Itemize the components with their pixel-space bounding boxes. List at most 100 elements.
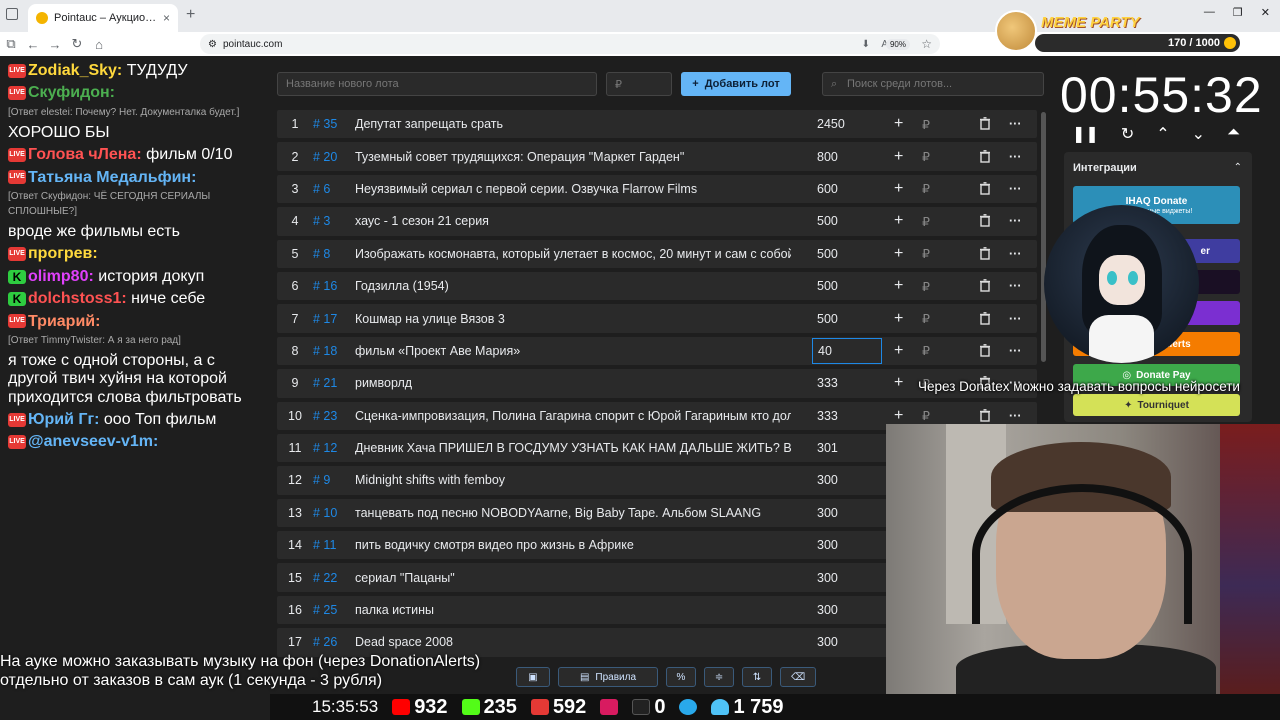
lot-amount[interactable]: 300 <box>817 473 838 487</box>
lot-amount[interactable]: 300 <box>817 571 838 585</box>
add-amount-icon[interactable]: + <box>894 212 903 230</box>
lot-id[interactable]: # 22 <box>313 571 355 585</box>
lot-id[interactable]: # 18 <box>313 344 355 358</box>
lot-id[interactable]: # 9 <box>313 473 355 487</box>
more-options-icon[interactable]: ··· <box>1009 182 1022 196</box>
chat-nick[interactable]: Zodiak_Sky: <box>28 62 122 79</box>
trash-icon[interactable] <box>979 344 993 358</box>
lot-amount[interactable]: 500 <box>817 279 838 293</box>
lot-id[interactable]: # 6 <box>313 182 355 196</box>
lot-name[interactable]: сериал "Пацаны" <box>355 571 791 585</box>
lot-amount[interactable]: 40 <box>812 337 882 364</box>
lot-amount[interactable]: 800 <box>817 150 838 164</box>
close-tab-icon[interactable]: × <box>163 11 170 25</box>
lot-amount[interactable]: 600 <box>817 182 838 196</box>
lot-amount[interactable]: 300 <box>817 538 838 552</box>
lot-row[interactable]: 1 # 35 Депутат запрещать срать 2450 + ₽ ··· <box>277 110 1037 139</box>
lot-row[interactable]: 5 # 8 Изображать космонавта, который улета… <box>277 239 1037 268</box>
browser-tab[interactable]: Pointauc – Аукционы, лотереи × <box>28 4 178 32</box>
chat-nick[interactable]: Юрий Гг: <box>28 411 99 428</box>
lot-row[interactable]: 7 # 17 Кошмар на улице Вязов 3 500 + ₽ ··· <box>277 304 1037 333</box>
add-amount-icon[interactable]: + <box>894 148 903 166</box>
lot-name[interactable]: Изображать космонавта, который улетает в… <box>355 247 791 261</box>
ruble-icon[interactable]: ₽ <box>922 214 930 229</box>
lot-name[interactable]: Туземный совет трудящихся: Операция "Мар… <box>355 150 791 164</box>
chat-nick[interactable]: Скуфидон: <box>28 84 115 101</box>
lot-amount[interactable]: 500 <box>817 214 838 228</box>
more-options-icon[interactable]: ··· <box>1009 344 1022 358</box>
rules-button[interactable]: ▤ Правила <box>558 667 658 687</box>
zoom-badge[interactable]: 90% <box>885 38 910 50</box>
more-options-icon[interactable]: ··· <box>1009 409 1022 423</box>
trash-icon[interactable] <box>979 408 993 423</box>
lot-name[interactable]: Кошмар на улице Вязов 3 <box>355 312 791 326</box>
lot-row[interactable]: 4 # 3 хаус - 1 сезон 21 серия 500 + ₽ ··· <box>277 207 1037 236</box>
bookmark-star-icon[interactable]: ☆ <box>921 37 932 51</box>
ruble-icon[interactable]: ₽ <box>922 149 930 164</box>
back-icon[interactable]: ← <box>22 37 44 52</box>
lot-amount[interactable]: 300 <box>817 506 838 520</box>
lot-id[interactable]: # 26 <box>313 635 355 649</box>
ruble-icon[interactable]: ₽ <box>922 117 930 132</box>
lot-amount[interactable]: 500 <box>817 247 838 261</box>
lot-id[interactable]: # 16 <box>313 279 355 293</box>
lot-name[interactable]: палка истины <box>355 603 791 617</box>
more-options-icon[interactable]: ··· <box>1009 214 1022 228</box>
lot-name[interactable]: Dead space 2008 <box>355 635 791 649</box>
ruble-icon[interactable]: ₽ <box>922 343 930 358</box>
lot-id[interactable]: # 10 <box>313 506 355 520</box>
lot-amount[interactable]: 500 <box>817 312 838 326</box>
lot-amount[interactable]: 301 <box>817 441 838 455</box>
lot-id[interactable]: # 3 <box>313 214 355 228</box>
site-info-icon[interactable]: ⚙ <box>208 39 217 50</box>
chat-nick[interactable]: olimp80: <box>28 268 94 285</box>
lot-id[interactable]: # 20 <box>313 150 355 164</box>
new-tab-icon[interactable]: + <box>186 6 195 24</box>
decrease-icon[interactable]: ⌄ <box>1192 124 1205 144</box>
trash-icon[interactable] <box>979 246 993 261</box>
new-lot-input[interactable]: Название нового лота <box>277 72 597 96</box>
save-icon[interactable]: ▣ <box>516 667 550 687</box>
lot-name[interactable]: Сценка-импровизация, Полина Гагарина спо… <box>355 409 791 423</box>
reload-icon[interactable]: ↻ <box>66 36 88 52</box>
ruble-icon[interactable]: ₽ <box>922 279 930 294</box>
ruble-icon[interactable]: ₽ <box>922 246 930 261</box>
close-window-icon[interactable]: ✕ <box>1261 6 1270 19</box>
lot-id[interactable]: # 8 <box>313 247 355 261</box>
tab-menu-icon[interactable] <box>6 8 18 20</box>
chat-nick[interactable]: Голова чЛена: <box>28 146 142 163</box>
lot-id[interactable]: # 11 <box>313 538 355 552</box>
trash-icon[interactable] <box>979 279 993 293</box>
install-icon[interactable]: ⬇ <box>862 39 870 50</box>
lot-name[interactable]: Неуязвимый сериал с первой серии. Озвучк… <box>355 182 791 196</box>
lot-row[interactable]: 3 # 6 Неуязвимый сериал с первой серии. Оз… <box>277 174 1037 204</box>
reset-icon[interactable]: ↻ <box>1121 124 1134 144</box>
trash-icon[interactable] <box>979 311 993 326</box>
sidebar-icon[interactable]: ⧉ <box>0 36 22 52</box>
lot-name[interactable]: Midnight shifts with femboy <box>355 473 791 487</box>
lot-name[interactable]: Депутат запрещать срать <box>355 117 791 131</box>
lot-name[interactable]: Дневник Хача ПРИШЕЛ В ГОСДУМУ УЗНАТЬ КАК… <box>355 441 791 455</box>
chat-nick[interactable]: Татьяна Медальфин: <box>28 169 196 186</box>
add-amount-icon[interactable]: + <box>894 245 903 263</box>
pause-icon[interactable]: ❚❚ <box>1072 124 1099 144</box>
more-options-icon[interactable]: ··· <box>1009 117 1022 131</box>
lot-id[interactable]: # 12 <box>313 441 355 455</box>
tourniquet-button[interactable]: ✦ Tourniquet <box>1073 394 1240 416</box>
search-input[interactable]: ⌕ Поиск среди лотов... <box>822 72 1044 96</box>
chat-nick[interactable]: прогрев: <box>28 245 98 262</box>
lot-name[interactable]: танцевать под песню NOBODYAarne, Big Bab… <box>355 506 791 520</box>
lot-name[interactable]: хаус - 1 сезон 21 серия <box>355 214 791 228</box>
add-amount-icon[interactable]: + <box>894 342 903 360</box>
add-amount-icon[interactable]: + <box>894 277 903 295</box>
split-icon[interactable]: ≑ <box>704 667 734 687</box>
collapse-icon[interactable]: ⌃ <box>1234 162 1242 173</box>
lot-id[interactable]: # 23 <box>313 409 355 423</box>
add-amount-icon[interactable]: + <box>894 180 903 198</box>
price-input[interactable]: ₽ <box>606 72 672 96</box>
chat-nick[interactable]: dolchstoss1: <box>28 290 127 307</box>
lot-amount[interactable]: 333 <box>817 376 838 390</box>
lot-name[interactable]: римворлд <box>355 376 791 390</box>
trash-icon[interactable] <box>979 149 993 164</box>
lot-amount[interactable]: 2450 <box>817 117 845 131</box>
